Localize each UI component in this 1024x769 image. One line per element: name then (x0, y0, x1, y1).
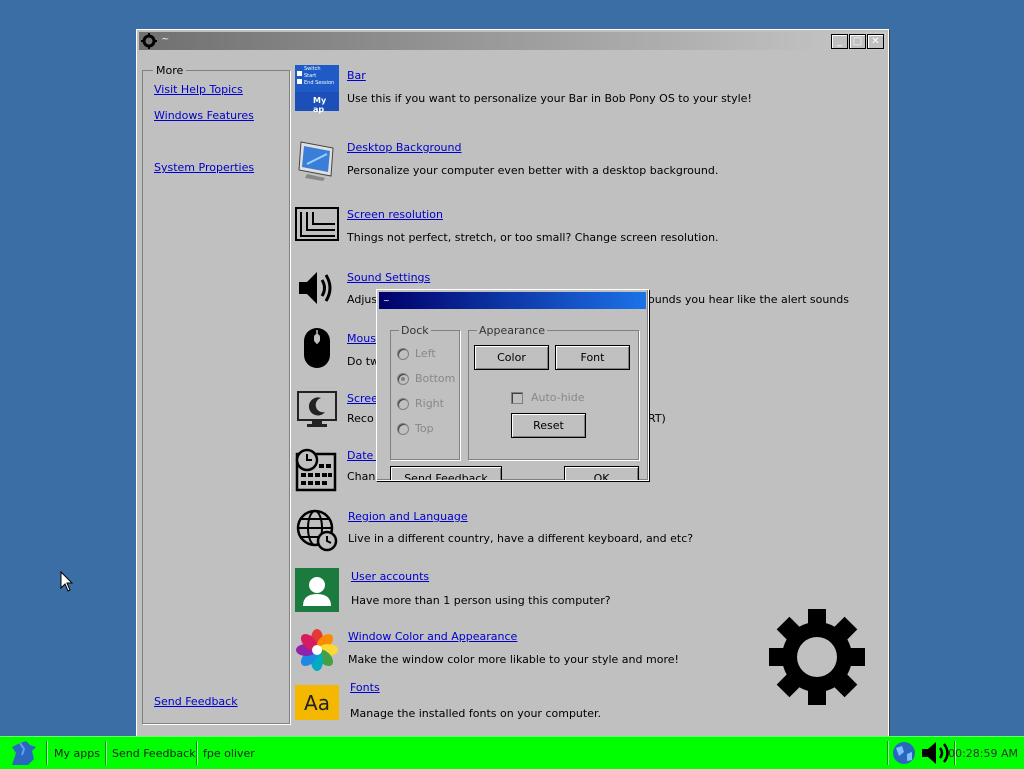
dock-option-top[interactable]: Top (397, 422, 434, 435)
ok-button[interactable]: OK (564, 466, 639, 480)
item-title-screen-saver[interactable]: Scree (347, 392, 378, 405)
item-desc-sound-settings: Adjus (347, 293, 378, 306)
sidebar-link-system-properties[interactable]: System Properties (154, 161, 254, 174)
item-title-user-accounts[interactable]: User accounts (351, 570, 429, 583)
dialog-titlebar[interactable]: ~ (379, 292, 646, 309)
globe-icon[interactable] (890, 740, 918, 766)
taskbar-send-feedback[interactable]: Send Feedback (112, 737, 196, 769)
sidebar: More Visit Help Topics Windows Features … (142, 64, 290, 724)
item-title-region-language[interactable]: Region and Language (348, 510, 468, 523)
sidebar-title: More (153, 64, 187, 77)
autohide-checkbox[interactable]: Auto-hide (511, 391, 585, 404)
globe-clock-icon[interactable] (295, 508, 339, 552)
send-feedback-button[interactable]: Send Feedback (390, 466, 502, 480)
radio-top[interactable] (397, 422, 409, 435)
resolution-icon[interactable] (295, 206, 339, 250)
item-desc-bar: Use this if you want to personalize your… (347, 92, 752, 105)
item-desc-screen-resolution: Things not perfect, stretch, or too smal… (347, 231, 719, 244)
radio-left[interactable] (397, 347, 409, 360)
appearance-groupbox: Appearance Color Font Auto-hide Reset (468, 324, 639, 460)
bar-settings-dialog: ~ Dock Left Bottom Right Top Appearance … (376, 289, 649, 481)
taskbar-separator (887, 741, 888, 765)
taskbar-user[interactable]: fpe oliver (203, 737, 255, 769)
appearance-legend: Appearance (477, 324, 548, 337)
calendar-icon[interactable] (295, 448, 339, 492)
item-desc-user-accounts: Have more than 1 person using this compu… (351, 594, 611, 607)
radio-right[interactable] (397, 397, 409, 410)
item-title-desktop-background[interactable]: Desktop Background (347, 141, 462, 154)
taskbar-my-apps[interactable]: My apps (54, 737, 100, 769)
item-desc-screen-saver-tail: RT) (648, 412, 666, 425)
large-gear-icon (769, 609, 865, 705)
taskbar-separator (46, 741, 47, 765)
dock-option-left-label: Left (415, 347, 436, 360)
reset-button[interactable]: Reset (511, 413, 586, 438)
dock-option-left[interactable]: Left (397, 347, 436, 360)
item-title-fonts[interactable]: Fonts (350, 681, 380, 694)
dock-option-right-label: Right (415, 397, 444, 410)
font-button[interactable]: Font (555, 345, 630, 370)
item-title-sound-settings[interactable]: Sound Settings (347, 271, 430, 284)
item-desc-mouse: Do tw (347, 355, 380, 368)
autohide-checkbox-box[interactable] (511, 391, 523, 404)
item-desc-screen-saver: Reco (347, 412, 374, 425)
user-icon[interactable] (295, 568, 339, 612)
dock-option-bottom[interactable]: Bottom (397, 372, 455, 385)
dock-option-bottom-label: Bottom (415, 372, 456, 385)
item-desc-desktop-background: Personalize your computer even better wi… (347, 164, 719, 177)
taskbar-clock[interactable]: 00:28:59 AM (948, 747, 1018, 760)
gear-icon (141, 33, 157, 49)
dock-option-right[interactable]: Right (397, 397, 444, 410)
bar-icon-text-start: Start (304, 73, 317, 79)
monitor-icon[interactable] (295, 138, 339, 182)
taskbar: My apps Send Feedback fpe oliver 00:28:5… (0, 736, 1024, 769)
dock-option-top-label: Top (415, 422, 434, 435)
item-desc-window-color: Make the window color more likable to yo… (348, 653, 679, 666)
radio-bottom[interactable] (397, 372, 409, 385)
item-desc-fonts: Manage the installed fonts on your compu… (350, 707, 601, 720)
sidebar-link-help[interactable]: Visit Help Topics (154, 83, 243, 96)
item-title-screen-resolution[interactable]: Screen resolution (347, 208, 443, 221)
minimize-button[interactable]: _ (831, 34, 848, 49)
sidebar-link-windows-features[interactable]: Windows Features (154, 109, 254, 122)
item-desc-region-language: Live in a different country, have a diff… (348, 532, 694, 545)
speaker-icon[interactable] (295, 266, 339, 310)
taskbar-separator (105, 741, 106, 765)
dock-legend: Dock (399, 324, 431, 337)
taskbar-separator (196, 741, 197, 765)
window-title: ~ (161, 34, 170, 45)
item-title-bar[interactable]: Bar (347, 69, 366, 82)
bar-icon[interactable]: Switch Start End Session My ap (295, 65, 339, 114)
pony-icon[interactable] (6, 739, 42, 767)
maximize-button[interactable]: □ (849, 34, 866, 49)
bar-icon-text-switch: Switch (304, 66, 321, 72)
mouse-cursor-icon (60, 571, 74, 592)
bar-icon-text-myapps: My ap (313, 96, 327, 114)
item-title-window-color[interactable]: Window Color and Appearance (348, 630, 517, 643)
autohide-label: Auto-hide (531, 391, 585, 404)
bar-icon-text-end: End Session (304, 80, 335, 86)
sidebar-link-send-feedback[interactable]: Send Feedback (154, 695, 238, 708)
fonts-icon[interactable]: Aa (295, 685, 339, 720)
screensaver-icon[interactable] (295, 388, 339, 432)
close-button[interactable]: ✕ (867, 34, 884, 49)
window-titlebar[interactable]: ~ _ □ ✕ (139, 32, 886, 50)
color-wheel-icon[interactable] (295, 628, 339, 672)
mouse-icon[interactable] (295, 326, 339, 370)
color-button[interactable]: Color (474, 345, 549, 370)
item-desc-sound-settings-tail: ounds you hear like the alert sounds (648, 293, 850, 306)
dock-groupbox: Dock Left Bottom Right Top (390, 324, 460, 460)
